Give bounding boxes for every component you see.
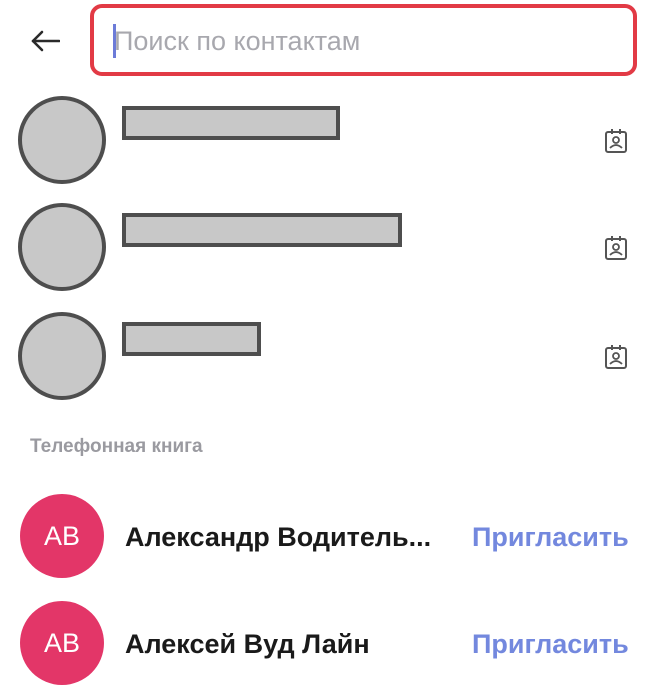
- text-cursor: [113, 24, 116, 58]
- avatar: [18, 96, 106, 184]
- initials-avatar: АВ: [20, 601, 104, 685]
- contact-row[interactable]: [0, 88, 654, 188]
- search-box: [90, 4, 637, 76]
- phonebook-row: АВ Александр Водитель... Пригласить: [0, 494, 654, 584]
- invite-button[interactable]: Пригласить: [472, 629, 629, 660]
- contact-card-icon[interactable]: [604, 344, 628, 370]
- phonebook-row: АВ Алексей Вуд Лайн Пригласить: [0, 601, 654, 691]
- section-title-phonebook: Телефонная книга: [30, 436, 203, 457]
- contact-card-icon[interactable]: [604, 235, 628, 261]
- initials-avatar: АВ: [20, 494, 104, 578]
- contact-name-redacted: [122, 106, 340, 140]
- avatar: [18, 203, 106, 291]
- search-input[interactable]: [114, 26, 614, 56]
- contact-row[interactable]: [0, 304, 654, 404]
- phonebook-contact-name: Александр Водитель...: [125, 522, 432, 552]
- contact-card-icon[interactable]: [604, 128, 628, 154]
- contact-row[interactable]: [0, 195, 654, 295]
- contact-name-redacted: [122, 213, 402, 247]
- avatar: [18, 312, 106, 400]
- invite-button[interactable]: Пригласить: [472, 522, 629, 553]
- back-button[interactable]: [24, 24, 66, 58]
- contact-name-redacted: [122, 322, 261, 356]
- phonebook-contact-name: Алексей Вуд Лайн: [125, 629, 370, 659]
- arrow-left-icon: [31, 30, 60, 52]
